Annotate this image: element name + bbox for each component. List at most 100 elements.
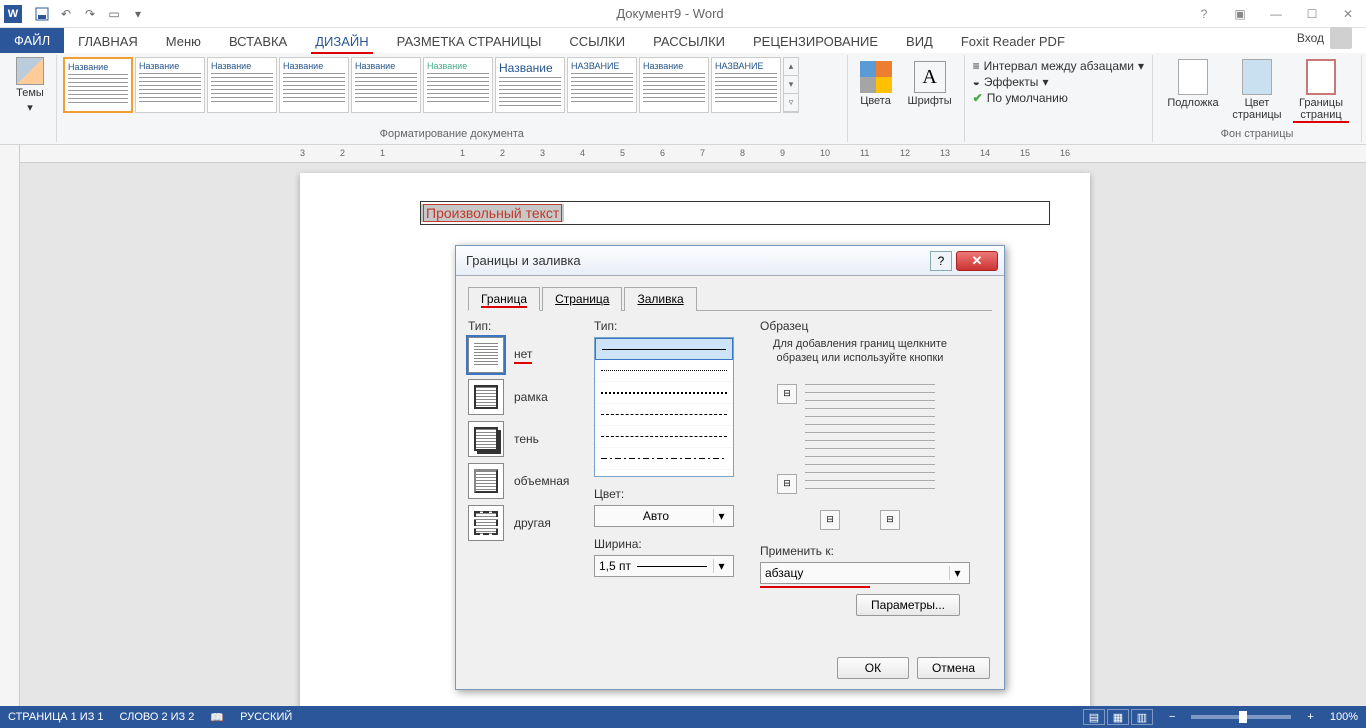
word-icon: W [4, 5, 22, 23]
gallery-item[interactable]: Название [351, 57, 421, 113]
dialog-tab-page[interactable]: Страница [542, 287, 622, 311]
gallery-more[interactable]: ▴▾▿ [783, 57, 799, 113]
tab-design[interactable]: ДИЗАЙН [301, 30, 382, 53]
themes-button[interactable]: Темы▾ [10, 57, 50, 114]
gallery-item[interactable]: Название [279, 57, 349, 113]
style-list[interactable] [594, 337, 734, 477]
preview-hint: Для добавления границ щелкните образец и… [760, 337, 960, 366]
tab-home[interactable]: ГЛАВНАЯ [64, 30, 152, 53]
page-bg-label: Фон страницы [1159, 126, 1355, 140]
selected-text: Произвольный текст [423, 204, 562, 222]
tab-layout[interactable]: РАЗМЕТКА СТРАНИЦЫ [383, 30, 556, 53]
width-label: Ширина: [594, 537, 744, 551]
cancel-button[interactable]: Отмена [917, 657, 990, 679]
bordered-paragraph[interactable]: Произвольный текст [420, 201, 1050, 225]
page-color-button[interactable]: Цвет страницы [1229, 59, 1285, 123]
set-default-button[interactable]: ✔По умолчанию [973, 91, 1144, 105]
type-shadow[interactable]: тень [468, 421, 578, 457]
vertical-ruler[interactable] [0, 145, 20, 706]
borders-shading-dialog: Границы и заливка ? ✕ Граница Страница З… [455, 245, 1005, 690]
fonts-button[interactable]: AШрифты [902, 57, 958, 111]
formatting-gallery[interactable]: Название Название Название Название Назв… [63, 57, 841, 113]
tab-mailings[interactable]: РАССЫЛКИ [639, 30, 739, 53]
minimize-icon[interactable]: — [1262, 4, 1290, 24]
maximize-icon[interactable]: ☐ [1298, 4, 1326, 24]
qat-new[interactable]: ▭ [103, 3, 125, 25]
type-box[interactable]: рамка [468, 379, 578, 415]
tab-file[interactable]: ФАЙЛ [0, 28, 64, 53]
view-web-icon[interactable]: ▥ [1131, 709, 1153, 725]
qat-redo[interactable]: ↷ [79, 3, 101, 25]
dialog-title: Границы и заливка [462, 253, 930, 268]
status-words[interactable]: СЛОВО 2 ИЗ 2 [120, 711, 195, 723]
preview-label: Образец [760, 319, 960, 333]
status-page[interactable]: СТРАНИЦА 1 ИЗ 1 [8, 711, 104, 723]
type-none[interactable]: нет [468, 337, 578, 373]
dialog-help-icon[interactable]: ? [930, 251, 952, 271]
edge-top-button[interactable]: ⊟ [777, 384, 797, 404]
gallery-item[interactable]: НАЗВАНИЕ [711, 57, 781, 113]
colors-button[interactable]: Цвета [854, 57, 898, 111]
edge-left-button[interactable]: ⊟ [820, 510, 840, 530]
gallery-item[interactable]: Название [423, 57, 493, 113]
formatting-label: Форматирование документа [63, 126, 841, 140]
apply-label: Применить к: [760, 544, 960, 558]
view-read-icon[interactable]: ▤ [1083, 709, 1105, 725]
dialog-tab-fill[interactable]: Заливка [624, 287, 696, 311]
params-button[interactable]: Параметры... [856, 594, 960, 616]
style-label: Тип: [594, 319, 744, 333]
group-colors-fonts: Цвета AШрифты [848, 55, 965, 142]
qat-save[interactable] [31, 3, 53, 25]
color-label: Цвет: [594, 487, 744, 501]
tab-view[interactable]: ВИД [892, 30, 947, 53]
page-borders-button[interactable]: Границы страниц [1293, 59, 1349, 123]
zoom-in-button[interactable]: + [1307, 711, 1313, 723]
themes-icon [16, 57, 44, 85]
dialog-close-icon[interactable]: ✕ [956, 251, 998, 271]
watermark-button[interactable]: Подложка [1165, 59, 1221, 123]
status-language[interactable]: РУССКИЙ [240, 711, 292, 723]
type-3d[interactable]: объемная [468, 463, 578, 499]
group-formatting: Название Название Название Название Назв… [57, 55, 848, 142]
ok-button[interactable]: ОК [837, 657, 909, 679]
paragraph-spacing-button[interactable]: ≡Интервал между абзацами▾ [973, 59, 1144, 73]
zoom-slider[interactable] [1191, 715, 1291, 719]
dialog-tab-border[interactable]: Граница [468, 287, 540, 311]
gallery-item[interactable]: НАЗВАНИЕ [567, 57, 637, 113]
color-combo[interactable]: Авто▾ [594, 505, 734, 527]
width-combo[interactable]: 1,5 пт▾ [594, 555, 734, 577]
zoom-out-button[interactable]: − [1169, 711, 1175, 723]
gallery-item[interactable]: Название [63, 57, 133, 113]
edge-bottom-button[interactable]: ⊟ [777, 474, 797, 494]
horizontal-ruler[interactable]: 3 2 1 1 2 3 4 5 6 7 8 9 10 11 12 13 14 1… [20, 145, 1366, 163]
user-icon [1330, 27, 1352, 49]
type-custom[interactable]: другая [468, 505, 578, 541]
zoom-level[interactable]: 100% [1330, 711, 1358, 723]
title-bar: W ↶ ↷ ▭ ▾ Документ9 - Word ? ▣ — ☐ ✕ [0, 0, 1366, 28]
status-bar: СТРАНИЦА 1 ИЗ 1 СЛОВО 2 ИЗ 2 📖 РУССКИЙ ▤… [0, 706, 1366, 728]
gallery-item[interactable]: Название [495, 57, 565, 113]
status-proofing-icon[interactable]: 📖 [210, 711, 224, 724]
preview-area: ⊟ ⊟ [775, 374, 945, 504]
help-icon[interactable]: ? [1190, 4, 1218, 24]
sign-in[interactable]: Вход [1283, 23, 1366, 53]
qat-undo[interactable]: ↶ [55, 3, 77, 25]
qat-more[interactable]: ▾ [127, 3, 149, 25]
gallery-item[interactable]: Название [207, 57, 277, 113]
apply-to-combo[interactable]: абзацу▾ [760, 562, 970, 584]
tab-menu[interactable]: Меню [152, 30, 215, 53]
tab-review[interactable]: РЕЦЕНЗИРОВАНИЕ [739, 30, 892, 53]
group-spacing: ≡Интервал между абзацами▾ ◒Эффекты▾ ✔По … [965, 55, 1153, 142]
close-icon[interactable]: ✕ [1334, 4, 1362, 24]
group-themes: Темы▾ [4, 55, 57, 142]
effects-button[interactable]: ◒Эффекты▾ [973, 75, 1144, 89]
view-print-icon[interactable]: ▦ [1107, 709, 1129, 725]
ribbon-options-icon[interactable]: ▣ [1226, 4, 1254, 24]
tab-references[interactable]: ССЫЛКИ [555, 30, 639, 53]
edge-right-button[interactable]: ⊟ [880, 510, 900, 530]
dialog-titlebar[interactable]: Границы и заливка ? ✕ [456, 246, 1004, 276]
gallery-item[interactable]: Название [135, 57, 205, 113]
gallery-item[interactable]: Название [639, 57, 709, 113]
tab-foxit[interactable]: Foxit Reader PDF [947, 30, 1079, 53]
tab-insert[interactable]: ВСТАВКА [215, 30, 301, 53]
